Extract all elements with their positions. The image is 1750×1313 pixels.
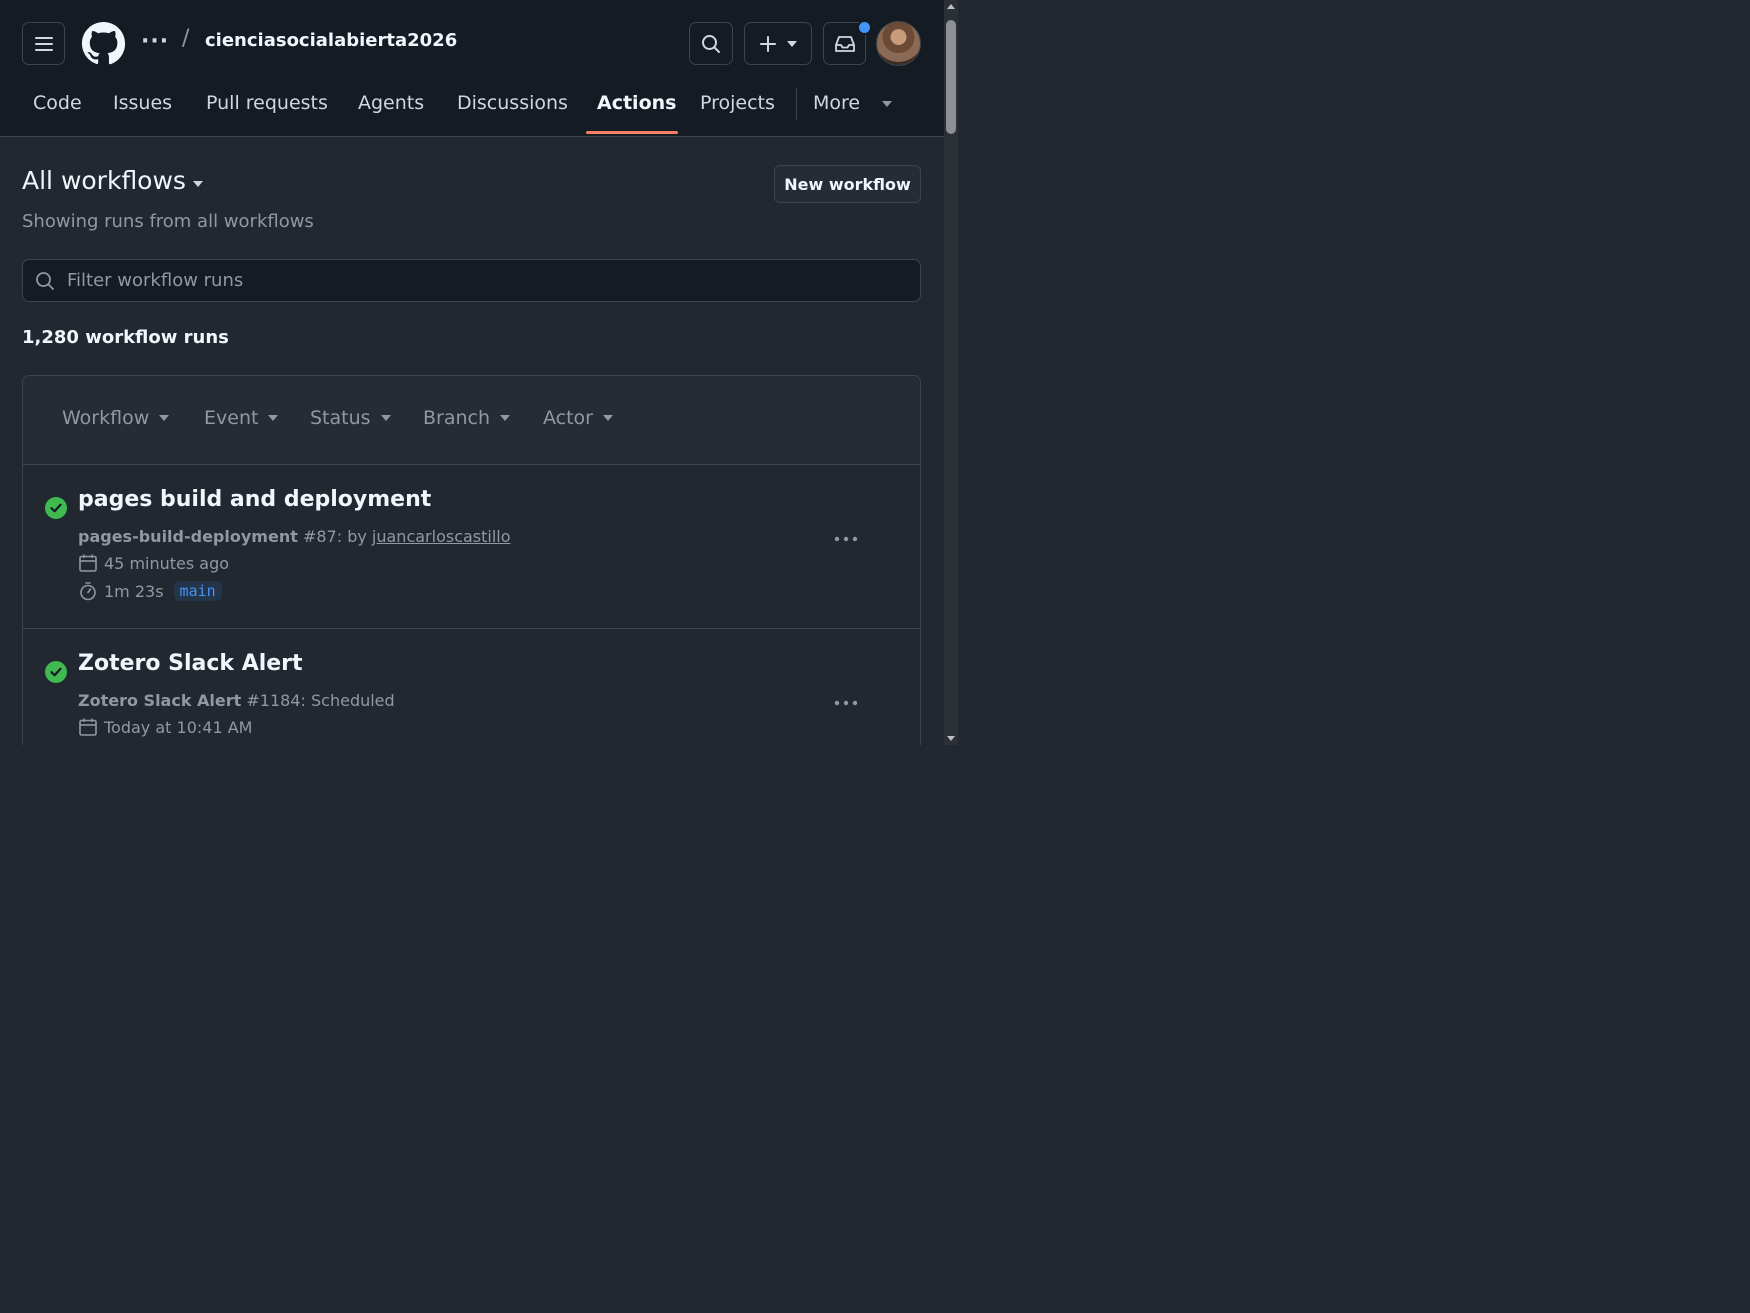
repo-nav: Code Issues Pull requests Agents Discuss…: [0, 85, 944, 136]
run-duration: 1m 23s: [104, 581, 164, 601]
vertical-scrollbar[interactable]: [944, 0, 958, 745]
new-workflow-button[interactable]: New workflow: [774, 165, 921, 203]
tab-issues[interactable]: Issues: [113, 85, 172, 136]
page-subtitle: Showing runs from all workflows: [22, 211, 314, 232]
stopwatch-icon: [80, 582, 96, 601]
run-time-line: 45 minutes ago: [78, 553, 229, 573]
tab-agents[interactable]: Agents: [358, 85, 424, 136]
run-duration-line: 1m 23s main: [78, 581, 222, 601]
tab-more-label: More: [813, 92, 861, 114]
filter-status-label: Status: [310, 407, 371, 429]
tab-actions[interactable]: Actions: [597, 85, 676, 136]
search-icon: [36, 272, 54, 290]
tab-more[interactable]: More: [813, 85, 893, 136]
tab-pull-requests[interactable]: Pull requests: [206, 85, 328, 136]
menu-button[interactable]: [22, 22, 65, 65]
run-title-link[interactable]: Zotero Slack Alert: [78, 651, 303, 676]
search-icon: [702, 34, 720, 53]
filter-workflow-runs-input[interactable]: [67, 260, 907, 301]
run-number-info: #87: by: [297, 527, 372, 546]
run-number-info: #1184: Scheduled: [241, 691, 395, 710]
active-tab-indicator: [586, 131, 678, 134]
filter-event-dropdown[interactable]: Event: [204, 407, 279, 429]
workflow-runs-count: 1,280 workflow runs: [22, 327, 229, 348]
run-workflow-name: Zotero Slack Alert: [78, 691, 242, 710]
search-button[interactable]: [689, 22, 733, 65]
breadcrumb-overflow-button[interactable]: ···: [141, 24, 169, 60]
run-options-button[interactable]: [829, 525, 863, 553]
scroll-down-arrow-icon[interactable]: [947, 736, 955, 741]
tab-discussions[interactable]: Discussions: [457, 85, 568, 136]
page-title[interactable]: All workflows: [22, 166, 186, 195]
chevron-down-icon: [380, 415, 391, 421]
run-time-line: Today at 10:41 AM: [78, 717, 252, 737]
calendar-icon: [79, 718, 97, 736]
workflow-runs-list: Workflow Event Status Branch Actor pages…: [22, 375, 921, 745]
run-options-button[interactable]: [829, 689, 863, 717]
calendar-icon: [79, 554, 97, 572]
run-workflow-name: pages-build-deployment: [78, 527, 298, 546]
filter-workflow-label: Workflow: [62, 407, 150, 429]
repo-header: ··· / cienciasocialabierta2026 Code Issu…: [0, 0, 944, 137]
kebab-horizontal-icon: [834, 536, 858, 542]
scroll-up-arrow-icon[interactable]: [947, 4, 955, 9]
run-actor-link[interactable]: juancarloscastillo: [372, 527, 511, 546]
chevron-down-icon: [603, 415, 613, 421]
kebab-horizontal-icon: [834, 700, 858, 706]
plus-icon: [760, 35, 776, 52]
runs-filter-bar: Workflow Event Status Branch Actor: [23, 376, 920, 465]
chevron-down-icon[interactable]: [193, 181, 203, 187]
filter-status-dropdown[interactable]: Status: [310, 407, 391, 429]
filter-actor-label: Actor: [543, 407, 593, 429]
tab-code[interactable]: Code: [33, 85, 82, 136]
run-timestamp: Today at 10:41 AM: [104, 717, 253, 737]
create-new-button[interactable]: [744, 22, 812, 65]
chevron-down-icon: [500, 415, 511, 421]
success-check-icon: [45, 497, 67, 519]
repo-name-link[interactable]: cienciasocialabierta2026: [205, 30, 457, 51]
inbox-icon: [834, 35, 855, 52]
page-content: ··· / cienciasocialabierta2026 Code Issu…: [0, 0, 944, 745]
scrollbar-thumb[interactable]: [946, 20, 956, 134]
nav-divider: [796, 88, 797, 120]
filter-branch-label: Branch: [423, 407, 491, 429]
hamburger-icon: [34, 36, 53, 51]
filter-actor-dropdown[interactable]: Actor: [543, 407, 613, 429]
success-check-icon: [45, 661, 67, 683]
filter-branch-dropdown[interactable]: Branch: [423, 407, 511, 429]
filter-workflow-runs-field[interactable]: [22, 259, 921, 302]
breadcrumb-separator: /: [182, 26, 190, 51]
chevron-down-icon: [882, 100, 893, 107]
chevron-down-icon: [159, 415, 170, 421]
run-meta: pages-build-deployment #87: by juancarlo…: [78, 527, 511, 546]
github-logo-icon[interactable]: [81, 21, 126, 66]
notification-indicator: [857, 20, 872, 35]
workflow-run-row[interactable]: pages build and deployment pages-build-d…: [23, 465, 920, 629]
chevron-down-icon: [787, 40, 797, 47]
branch-badge[interactable]: main: [173, 581, 222, 601]
run-timestamp: 45 minutes ago: [104, 553, 230, 573]
filter-event-label: Event: [204, 407, 259, 429]
filter-workflow-dropdown[interactable]: Workflow: [62, 407, 170, 429]
user-avatar[interactable]: [876, 21, 921, 66]
workflow-run-row[interactable]: Zotero Slack Alert Zotero Slack Alert #1…: [23, 629, 920, 745]
run-title-link[interactable]: pages build and deployment: [78, 487, 431, 512]
chevron-down-icon: [268, 415, 279, 421]
run-meta: Zotero Slack Alert #1184: Scheduled: [78, 691, 395, 710]
browser-viewport: ··· / cienciasocialabierta2026 Code Issu…: [0, 0, 958, 745]
tab-projects[interactable]: Projects: [700, 85, 775, 136]
